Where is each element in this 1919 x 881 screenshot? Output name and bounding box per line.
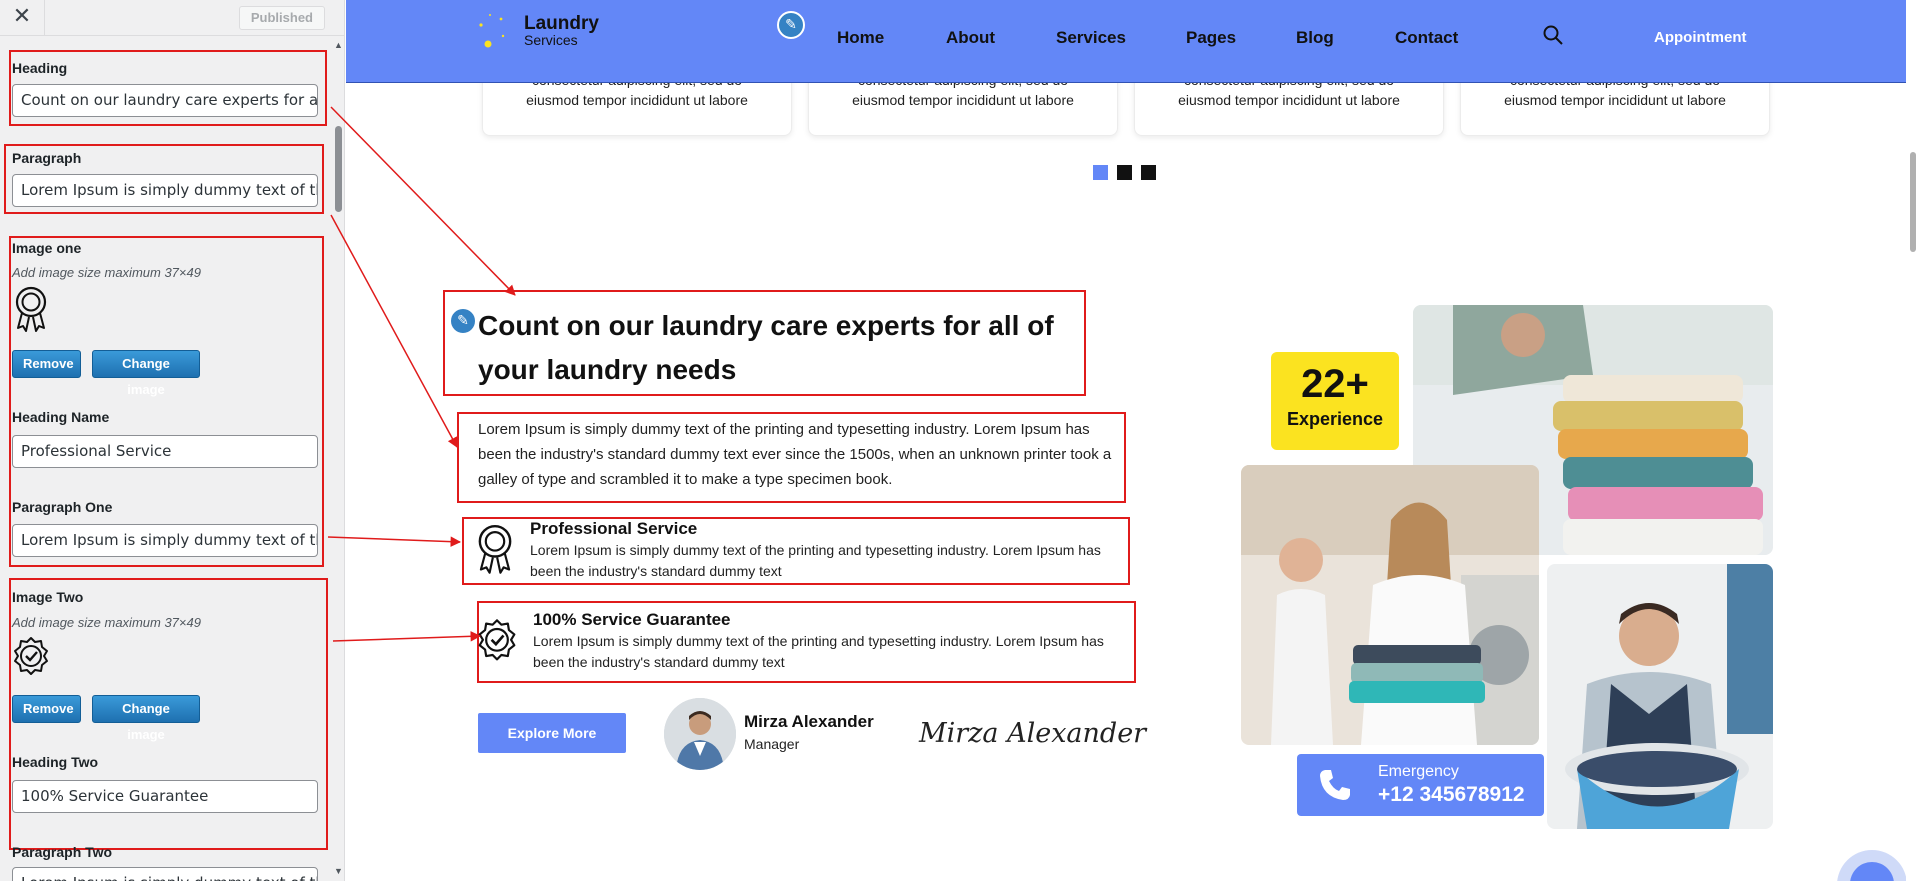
edit-shortcut-icon[interactable]: ✎ <box>449 307 477 335</box>
check-badge-icon <box>14 637 48 675</box>
scroll-down-arrow-icon[interactable]: ▼ <box>334 866 343 876</box>
customizer-screen: ✕ Published Heading Count on our laundry… <box>0 0 1919 881</box>
service-card-text: eiusmod tempor incididunt ut labore <box>852 92 1074 108</box>
preview-scrollbar[interactable] <box>1906 0 1919 881</box>
avatar <box>664 698 736 770</box>
experience-label: Experience <box>1286 409 1384 429</box>
heading-name-input[interactable]: Professional Service <box>12 435 318 468</box>
about-heading: Count on our laundry care experts for al… <box>478 310 1054 385</box>
appointment-button[interactable]: Appointment <box>1654 29 1746 46</box>
sidebar-scroll-thumb[interactable] <box>335 126 342 212</box>
nav-services[interactable]: Services <box>1056 28 1126 48</box>
sidebar-header: ✕ Published <box>0 0 344 36</box>
emergency-label: Emergency <box>1378 763 1459 780</box>
heading-input[interactable]: Count on our laundry care experts for al… <box>12 84 318 117</box>
paragraph-two-label: Paragraph Two <box>12 844 113 860</box>
manager-signature: Mirza Alexander <box>919 718 1147 749</box>
nav-blog[interactable]: Blog <box>1296 28 1334 48</box>
feature-two-title: 100% Service Guarantee <box>533 610 731 629</box>
heading-two-label: Heading Two <box>12 754 99 770</box>
nav-contact[interactable]: Contact <box>1395 28 1458 48</box>
nav-home[interactable]: Home <box>837 28 884 48</box>
award-ribbon-icon <box>478 524 512 574</box>
service-card-text: eiusmod tempor incididunt ut labore <box>1178 92 1400 108</box>
image-one-label: Image one <box>12 240 82 256</box>
scroll-up-arrow-icon[interactable]: ▲ <box>334 40 343 50</box>
nav-pages[interactable]: Pages <box>1186 28 1236 48</box>
paragraph-two-input[interactable]: Lorem Ipsum is simply dummy text of th <box>12 867 318 881</box>
manager-name: Mirza Alexander <box>744 712 874 731</box>
experience-badge: 22+ Experience <box>1271 352 1399 450</box>
image-two-label: Image Two <box>12 589 84 605</box>
feature-two-text: Lorem Ipsum is simply dummy text of the … <box>533 633 1104 670</box>
explore-more-button[interactable]: Explore More <box>478 713 626 753</box>
feature-one-title: Professional Service <box>530 519 698 538</box>
slider-dot[interactable] <box>1117 165 1132 180</box>
logo-mark-icon <box>479 14 505 48</box>
emergency-contact[interactable]: Emergency +12 345678912 <box>1297 754 1544 816</box>
heading-name-label: Heading Name <box>12 409 110 425</box>
paragraph-input[interactable]: Lorem Ipsum is simply dummy text of th <box>12 174 318 207</box>
change-image-two-button[interactable]: Change image <box>92 695 200 742</box>
woman-child-laundry-photo <box>1241 465 1539 745</box>
paragraph-label: Paragraph <box>12 150 82 166</box>
edit-shortcut-icon[interactable]: ✎ <box>777 11 805 39</box>
heading-label: Heading <box>12 60 68 76</box>
check-badge-icon <box>478 619 516 661</box>
site-preview: consectetur adipiscing elit, sed do eius… <box>346 0 1919 881</box>
search-icon[interactable] <box>1542 24 1564 46</box>
heading-two-input[interactable]: 100% Service Guarantee <box>12 780 318 813</box>
preview-scroll-thumb[interactable] <box>1910 152 1916 252</box>
manager-role: Manager <box>744 736 800 752</box>
about-paragraph: Lorem Ipsum is simply dummy text of the … <box>478 421 1112 488</box>
man-laundry-basket-photo <box>1547 564 1773 829</box>
slider-dot[interactable] <box>1141 165 1156 180</box>
chevron-up-icon <box>1850 862 1894 881</box>
remove-image-one-button[interactable]: Remove <box>12 350 81 378</box>
paragraph-one-input[interactable]: Lorem Ipsum is simply dummy text of th <box>12 524 318 557</box>
emergency-phone[interactable]: +12 345678912 <box>1378 783 1525 807</box>
change-image-one-button[interactable]: Change image <box>92 350 200 397</box>
image-one-hint: Add image size maximum 37×49 <box>12 265 201 280</box>
scroll-to-top-button[interactable] <box>1837 850 1907 881</box>
award-ribbon-icon <box>15 286 47 332</box>
slider-dot[interactable] <box>1093 165 1108 180</box>
site-header: Laundry Services ✎ Home About Services P… <box>346 0 1906 83</box>
phone-icon <box>1320 770 1350 800</box>
published-button[interactable]: Published <box>238 6 325 30</box>
paragraph-one-label: Paragraph One <box>12 499 113 515</box>
service-card-text: eiusmod tempor incididunt ut labore <box>526 92 748 108</box>
experience-number: 22+ <box>1301 362 1369 406</box>
service-card-text: eiusmod tempor incididunt ut labore <box>1504 92 1726 108</box>
image-two-hint: Add image size maximum 37×49 <box>12 615 201 630</box>
customizer-sidebar: ✕ Published Heading Count on our laundry… <box>0 0 345 881</box>
image-one-field-group <box>9 236 324 567</box>
nav-about[interactable]: About <box>946 28 995 48</box>
logo-subtitle[interactable]: Services <box>524 32 578 48</box>
feature-one-text: Lorem Ipsum is simply dummy text of the … <box>530 542 1101 579</box>
close-icon[interactable]: ✕ <box>0 0 45 36</box>
remove-image-two-button[interactable]: Remove <box>12 695 81 723</box>
